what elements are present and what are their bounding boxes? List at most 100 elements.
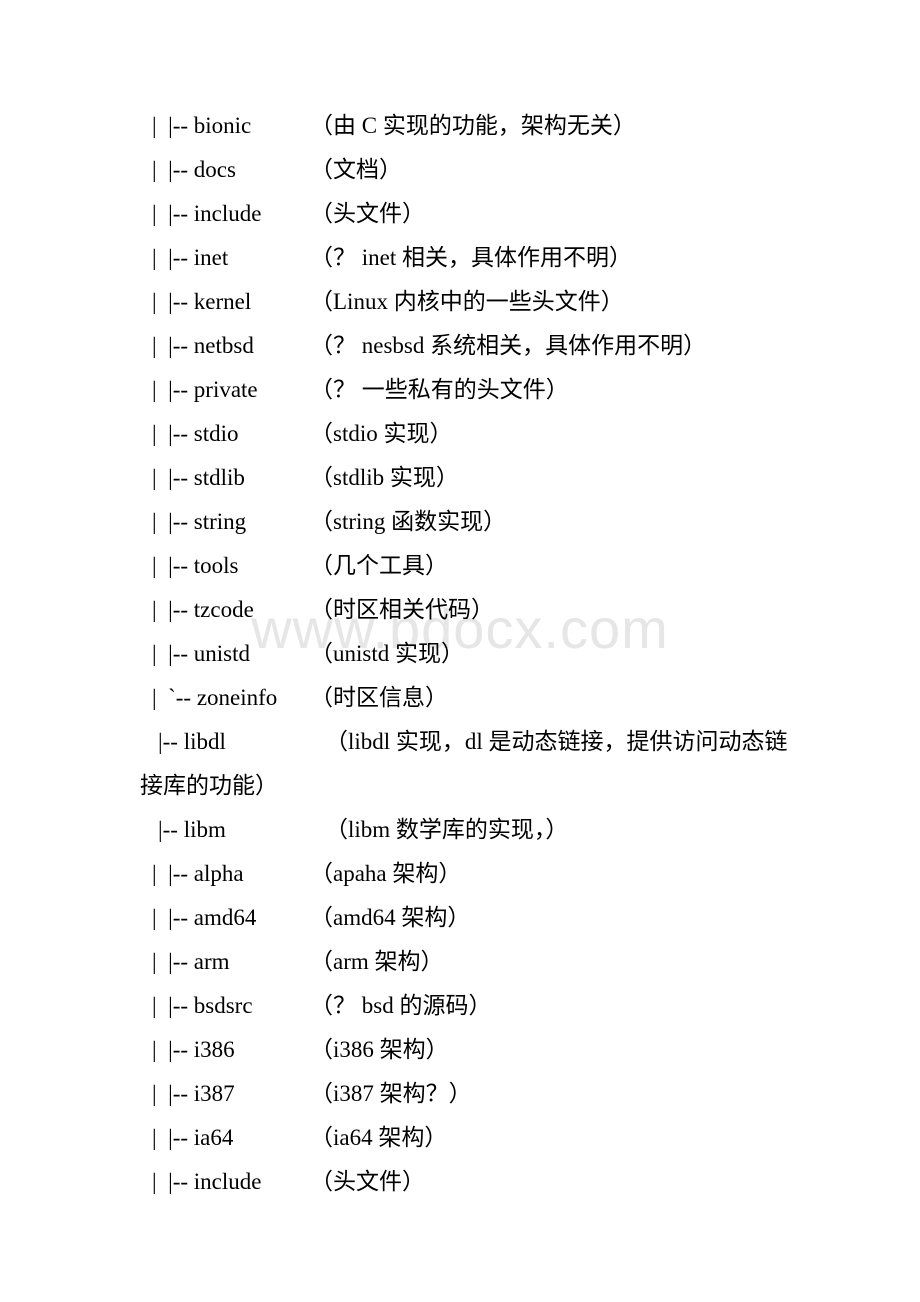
tree-line: | |-- bsdsrc （？ bsd 的源码） [0, 984, 920, 1028]
tree-branch-glyph: | |-- [152, 949, 189, 974]
tree-branch-glyph: | |-- [152, 113, 189, 138]
tree-node: | |-- docs [152, 148, 236, 192]
tree-node-comment: （？ bsd 的源码） [310, 993, 492, 1018]
tree-node: | |-- ia64 [152, 1116, 233, 1160]
tree-node-comment: （i387 架构？） [310, 1081, 472, 1106]
tree-node: | |-- string [152, 500, 246, 544]
tree-line: | |-- string （string 函数实现） [0, 500, 920, 544]
tree-node-name: kernel [193, 289, 252, 314]
tree-node: | |-- i387 [152, 1072, 235, 1116]
tree-node-comment: （apaha 架构） [310, 861, 462, 886]
tree-line: | |-- bionic （由 C 实现的功能，架构无关） [0, 104, 920, 148]
tree-node-name: libdl [183, 729, 226, 754]
tree-branch-glyph: | |-- [152, 641, 189, 666]
tree-branch-glyph: | |-- [152, 245, 189, 270]
tree-node-comment: （libdl 实现，dl 是动态链接，提供访问动态链 [325, 729, 788, 754]
tree-branch-glyph: | |-- [152, 289, 189, 314]
tree-branch-glyph: | |-- [152, 421, 189, 446]
tree-node-comment: （unistd 实现） [310, 641, 464, 666]
tree-branch-glyph: | |-- [152, 333, 189, 358]
tree-branch-glyph: | |-- [152, 1169, 189, 1194]
tree-line-continuation: 接库的功能） [0, 764, 920, 808]
tree-node: | |-- bsdsrc [152, 984, 253, 1028]
tree-branch-glyph: |-- [158, 817, 178, 842]
tree-node-comment: （时区相关代码） [310, 597, 494, 622]
document-body: | |-- bionic （由 C 实现的功能，架构无关） | |-- docs （文… [0, 0, 920, 1204]
tree-line: | |-- stdio （stdio 实现） [0, 412, 920, 456]
tree-line: | |-- i387 （i387 架构？） [0, 1072, 920, 1116]
tree-node-comment: （i386 架构） [310, 1037, 449, 1062]
tree-node-comment: （几个工具） [310, 553, 448, 578]
tree-node-name: tools [193, 553, 239, 578]
tree-line: | |-- include （头文件） [0, 192, 920, 236]
tree-node: | |-- tzcode [152, 588, 254, 632]
tree-branch-glyph: | |-- [152, 509, 189, 534]
tree-node: | |-- stdlib [152, 456, 245, 500]
tree-node-name: stdlib [193, 465, 245, 490]
tree-node: | |-- arm [152, 940, 230, 984]
tree-line: | |-- tools （几个工具） [0, 544, 920, 588]
tree-node: | |-- amd64 [152, 896, 256, 940]
tree-branch-glyph: | |-- [152, 1037, 189, 1062]
tree-node-name: amd64 [193, 905, 257, 930]
tree-node-comment: （？ inet 相关，具体作用不明） [310, 245, 632, 270]
tree-node: | |-- stdio [152, 412, 239, 456]
tree-node-comment: （amd64 架构） [310, 905, 471, 930]
tree-node-name: include [193, 1169, 262, 1194]
tree-node-comment: （ia64 架构） [310, 1125, 448, 1150]
tree-node-comment: （stdio 实现） [310, 421, 453, 446]
tree-line: | |-- amd64 （amd64 架构） [0, 896, 920, 940]
tree-node-name: arm [193, 949, 230, 974]
tree-node: | |-- inet [152, 236, 228, 280]
tree-node-comment: （libm 数学库的实现，） [325, 817, 569, 842]
tree-node-comment: （文档） [310, 157, 402, 182]
tree-node-name: string [193, 509, 247, 534]
tree-line: | |-- unistd （unistd 实现） [0, 632, 920, 676]
tree-node: | |-- alpha [152, 852, 244, 896]
tree-line: | |-- i386 （i386 架构） [0, 1028, 920, 1072]
tree-branch-glyph: | |-- [152, 553, 189, 578]
tree-node: |-- libm [158, 808, 226, 852]
tree-line: | |-- ia64 （ia64 架构） [0, 1116, 920, 1160]
tree-branch-glyph: | |-- [152, 1125, 189, 1150]
tree-node: | |-- netbsd [152, 324, 254, 368]
tree-node-name: ia64 [193, 1125, 234, 1150]
tree-node: | |-- private [152, 368, 258, 412]
tree-node-comment: （string 函数实现） [310, 509, 507, 534]
tree-node-name: inet [193, 245, 229, 270]
tree-node: | |-- include [152, 1160, 261, 1204]
tree-branch-glyph: | |-- [152, 597, 189, 622]
tree-line: | |-- netbsd （？ nesbsd 系统相关，具体作用不明） [0, 324, 920, 368]
tree-node: | |-- kernel [152, 280, 251, 324]
tree-line: | `-- zoneinfo （时区信息） [0, 676, 920, 720]
tree-line: | |-- kernel （Linux 内核中的一些头文件） [0, 280, 920, 324]
tree-node-name: unistd [193, 641, 251, 666]
tree-node-comment: （时区信息） [310, 685, 448, 710]
tree-node-name: docs [193, 157, 236, 182]
tree-branch-glyph: | |-- [152, 465, 189, 490]
tree-branch-glyph: |-- [158, 729, 178, 754]
tree-line: | |-- stdlib （stdlib 实现） [0, 456, 920, 500]
tree-node-comment: （头文件） [310, 201, 425, 226]
tree-node: | |-- i386 [152, 1028, 235, 1072]
tree-line: | |-- private （？ 一些私有的头文件） [0, 368, 920, 412]
tree-branch-glyph: | |-- [152, 993, 189, 1018]
tree-node: | |-- bionic [152, 104, 251, 148]
tree-node-name: stdio [193, 421, 239, 446]
tree-node: | `-- zoneinfo [152, 676, 277, 720]
tree-node: |-- libdl [158, 720, 226, 764]
tree-node-name: bsdsrc [193, 993, 253, 1018]
tree-node-comment: （由 C 实现的功能，架构无关） [310, 113, 636, 138]
tree-node-name: bionic [193, 113, 252, 138]
tree-node-name: zoneinfo [196, 685, 278, 710]
tree-node-name: tzcode [193, 597, 254, 622]
tree-node-comment: （stdlib 实现） [310, 465, 459, 490]
tree-node-name: alpha [193, 861, 244, 886]
tree-branch-glyph: | `-- [152, 685, 192, 710]
tree-line: |-- libm （libm 数学库的实现，） [0, 808, 920, 852]
tree-line: | |-- inet （？ inet 相关，具体作用不明） [0, 236, 920, 280]
tree-node: | |-- include [152, 192, 261, 236]
tree-branch-glyph: | |-- [152, 201, 189, 226]
tree-node-name: include [193, 201, 262, 226]
tree-node-comment: （？ nesbsd 系统相关，具体作用不明） [310, 333, 707, 358]
